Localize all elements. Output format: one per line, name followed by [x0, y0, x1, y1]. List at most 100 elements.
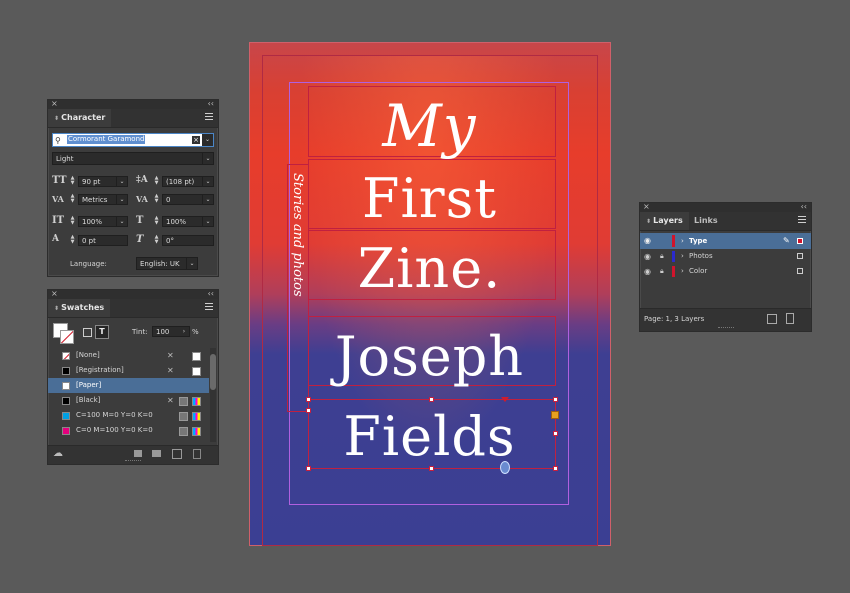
- vertical-scale-field[interactable]: 100% ⌄: [78, 216, 128, 227]
- swatch-row-paper[interactable]: [Paper]: [48, 378, 209, 393]
- chevron-down-icon[interactable]: ⌄: [116, 195, 127, 204]
- chevron-down-icon[interactable]: ⌄: [202, 195, 213, 204]
- tab-links-label: Links: [694, 216, 718, 225]
- new-group-icon[interactable]: [152, 450, 161, 457]
- panel-menu-icon[interactable]: [205, 303, 213, 312]
- show-kinds-icon[interactable]: [134, 450, 142, 457]
- anchor-point-icon[interactable]: [501, 397, 509, 402]
- horizontal-scale-stepper[interactable]: ▲ ▼: [153, 216, 160, 226]
- resize-grip[interactable]: [125, 460, 141, 463]
- resize-handle-bl[interactable]: [306, 466, 311, 471]
- panel-titlebar[interactable]: × ‹‹: [48, 289, 218, 299]
- panel-menu-icon[interactable]: [205, 113, 213, 122]
- panel-titlebar[interactable]: × ‹‹: [640, 202, 811, 212]
- resize-handle-br[interactable]: [553, 466, 558, 471]
- tracking-field[interactable]: 0 ⌄: [162, 194, 214, 205]
- swatches-footer: ☁: [48, 445, 218, 464]
- fill-stroke-icon[interactable]: [53, 323, 74, 344]
- delete-layer-icon[interactable]: [786, 313, 794, 324]
- resize-handle-ml[interactable]: [306, 408, 311, 413]
- font-family-dropdown-icon[interactable]: ⌄: [202, 134, 213, 146]
- delete-icon[interactable]: [193, 449, 201, 459]
- title-line-my: My: [382, 92, 477, 160]
- font-style-field[interactable]: Light ⌄: [52, 152, 214, 165]
- layer-row-type[interactable]: ◉ › Type ✎: [640, 233, 811, 249]
- skew-field[interactable]: 0°: [162, 235, 214, 246]
- language-select[interactable]: English: UK ⌄: [136, 257, 198, 270]
- font-size-field[interactable]: 90 pt ⌄: [78, 176, 128, 187]
- chevron-down-icon[interactable]: ⌄: [116, 217, 127, 226]
- container-icon[interactable]: [83, 328, 92, 337]
- selected-text-frame[interactable]: [308, 399, 556, 469]
- resize-handle-tm[interactable]: [429, 397, 434, 402]
- chevron-down-icon[interactable]: ⌄: [202, 217, 213, 226]
- leading-field[interactable]: (108 pt) ⌄: [162, 176, 214, 187]
- cloud-library-icon[interactable]: ☁: [53, 448, 63, 459]
- content-grabber-icon[interactable]: [500, 461, 510, 474]
- tab-character[interactable]: ⬍ Character: [48, 109, 112, 127]
- swatch-row-cyan[interactable]: C=100 M=0 Y=0 K=0: [48, 408, 209, 423]
- resize-handle-bm[interactable]: [429, 466, 434, 471]
- resize-grip[interactable]: [717, 327, 734, 330]
- kerning-field[interactable]: Metrics ⌄: [78, 194, 128, 205]
- horizontal-scale-field[interactable]: 100% ⌄: [162, 216, 214, 227]
- target-icon[interactable]: [797, 253, 803, 259]
- visibility-eye-icon[interactable]: ◉: [644, 264, 651, 279]
- chevron-right-icon[interactable]: ›: [681, 233, 684, 249]
- out-port-icon[interactable]: [551, 411, 559, 419]
- chevron-right-icon[interactable]: ›: [681, 264, 684, 279]
- chevron-down-icon[interactable]: ⌄: [116, 177, 127, 186]
- close-icon[interactable]: ×: [643, 202, 650, 211]
- layer-color-bar: [672, 235, 675, 247]
- skew-stepper[interactable]: ▲ ▼: [153, 235, 160, 245]
- tint-field[interactable]: 100 ›: [152, 326, 190, 337]
- baseline-shift-field[interactable]: 0 pt: [78, 235, 128, 246]
- vertical-scale-stepper[interactable]: ▲ ▼: [69, 216, 76, 226]
- scrollbar-thumb[interactable]: [210, 354, 216, 390]
- kerning-icon: VA: [52, 194, 64, 204]
- chevron-right-icon[interactable]: ›: [681, 249, 684, 264]
- collapse-icon[interactable]: ‹‹: [208, 289, 214, 298]
- collapse-icon[interactable]: ‹‹: [801, 202, 807, 211]
- swatch-row-none[interactable]: [None] ✕: [48, 348, 209, 363]
- font-family-field[interactable]: ⚲ Cormorant Garamond × ⌄: [52, 133, 214, 147]
- panel-titlebar[interactable]: × ‹‹: [48, 99, 218, 109]
- chevron-right-icon[interactable]: ›: [179, 327, 189, 336]
- resize-handle-tr[interactable]: [553, 397, 558, 402]
- visibility-eye-icon[interactable]: ◉: [644, 249, 651, 264]
- scrollbar[interactable]: [210, 348, 216, 442]
- swatch-row-magenta[interactable]: C=0 M=100 Y=0 K=0: [48, 423, 209, 438]
- lock-icon[interactable]: 🔒︎: [660, 264, 664, 279]
- tab-swatches[interactable]: ⬍ Swatches: [48, 299, 111, 317]
- new-swatch-icon[interactable]: [172, 449, 182, 459]
- swatch-row-black[interactable]: [Black] ✕: [48, 393, 209, 408]
- tab-layers[interactable]: ⬍ Layers: [640, 212, 689, 230]
- kerning-stepper[interactable]: ▲ ▼: [69, 194, 76, 204]
- leading-stepper[interactable]: ▲ ▼: [153, 176, 160, 186]
- new-layer-icon[interactable]: [767, 314, 777, 324]
- layer-row-photos[interactable]: ◉ 🔒︎ › Photos: [640, 249, 811, 264]
- close-icon[interactable]: ×: [51, 99, 58, 108]
- chevron-down-icon[interactable]: ⌄: [186, 258, 197, 269]
- chevron-down-icon[interactable]: ⌄: [202, 153, 213, 164]
- resize-handle-mr[interactable]: [553, 431, 558, 436]
- clear-icon[interactable]: ×: [192, 136, 200, 144]
- swatches-panel: × ‹‹ ⬍ Swatches T Tint: 100 › % [None] ✕ …: [47, 289, 219, 465]
- tracking-stepper[interactable]: ▲ ▼: [153, 194, 160, 204]
- swatch-row-registration[interactable]: [Registration] ✕: [48, 363, 209, 378]
- close-icon[interactable]: ×: [51, 289, 58, 298]
- resize-handle-tl[interactable]: [306, 397, 311, 402]
- collapse-icon[interactable]: ‹‹: [208, 99, 214, 108]
- swatch-name: C=0 M=100 Y=0 K=0: [76, 426, 153, 434]
- font-size-stepper[interactable]: ▲ ▼: [69, 176, 76, 186]
- visibility-eye-icon[interactable]: ◉: [644, 233, 651, 249]
- target-icon[interactable]: [797, 238, 803, 244]
- panel-menu-icon[interactable]: [798, 216, 806, 225]
- layer-row-color[interactable]: ◉ 🔒︎ › Color: [640, 264, 811, 279]
- chevron-down-icon[interactable]: ⌄: [202, 177, 213, 186]
- tab-links[interactable]: Links: [688, 212, 724, 230]
- target-icon[interactable]: [797, 268, 803, 274]
- baseline-shift-stepper[interactable]: ▲ ▼: [69, 235, 76, 245]
- text-format-icon[interactable]: T: [95, 325, 109, 339]
- lock-icon[interactable]: 🔒︎: [660, 249, 664, 264]
